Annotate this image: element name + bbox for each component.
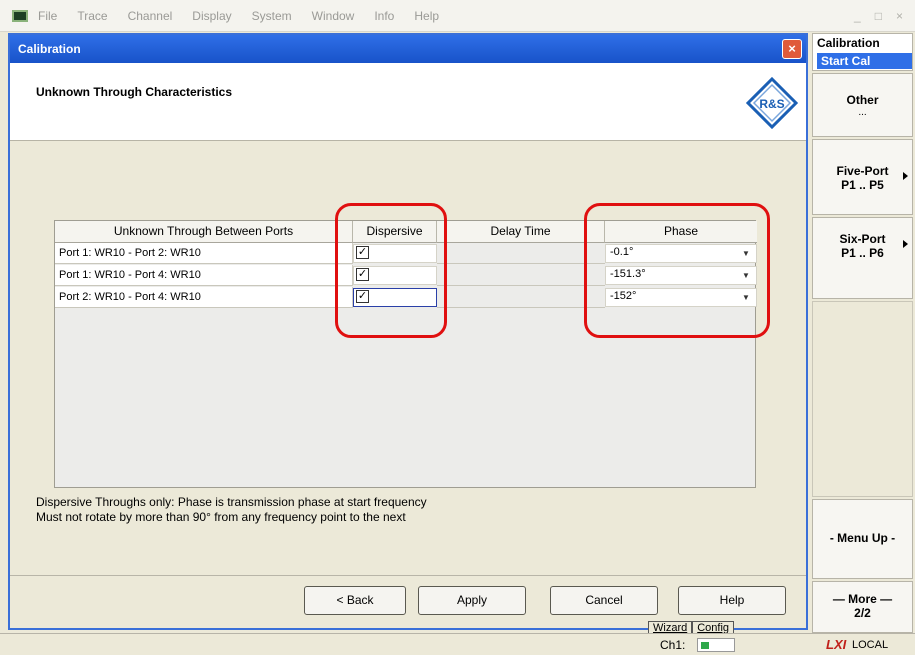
menu-trace[interactable]: Trace: [77, 9, 107, 23]
apply-button[interactable]: Apply: [418, 586, 526, 615]
delay-time-cell: [437, 287, 605, 308]
col-header-delay-time: Delay Time: [437, 221, 605, 243]
cancel-button[interactable]: Cancel: [550, 586, 658, 615]
submenu-arrow-icon: [903, 240, 908, 248]
page-title: Unknown Through Characteristics: [36, 85, 233, 99]
dispersive-highlight: [335, 203, 447, 338]
notes: Dispersive Throughs only: Phase is trans…: [36, 495, 427, 525]
softkey-six-port[interactable]: Six-Port P1 .. P6: [812, 217, 913, 299]
menu-items: File Trace Channel Display System Window…: [38, 9, 439, 23]
header-panel: Unknown Through Characteristics R&S: [10, 63, 806, 141]
close-window-icon[interactable]: ×: [896, 9, 903, 23]
softkey-other-label: Other: [846, 93, 879, 107]
softkey-five-port-sub: P1 .. P5: [841, 178, 884, 192]
logo-text: R&S: [759, 97, 784, 111]
channel-status-icon: [701, 642, 709, 649]
help-button[interactable]: Help: [678, 586, 786, 615]
ports-cell: Port 1: WR10 - Port 2: WR10: [55, 243, 353, 264]
menu-info[interactable]: Info: [374, 9, 394, 23]
menu-window[interactable]: Window: [312, 9, 355, 23]
softkey-menu-up[interactable]: - Menu Up -: [812, 499, 913, 579]
softkey-menu-title: Calibration: [817, 36, 880, 50]
menu-system[interactable]: System: [252, 9, 292, 23]
ports-cell: Port 2: WR10 - Port 4: WR10: [55, 287, 353, 308]
menu-bar: File Trace Channel Display System Window…: [0, 0, 915, 32]
softkey-other-sub: ...: [858, 107, 867, 118]
back-button[interactable]: < Back: [304, 586, 406, 615]
softkey-panel: Calibration Start Cal Other ... Five-Por…: [810, 33, 915, 633]
dialog-title: Calibration: [18, 42, 81, 56]
phase-highlight: [584, 203, 770, 338]
softkey-menu-up-label: - Menu Up -: [829, 531, 896, 545]
app-icon[interactable]: [12, 10, 28, 22]
menu-help[interactable]: Help: [414, 9, 439, 23]
softkey-title: Calibration Start Cal: [812, 33, 913, 71]
softkey-six-port-sub: P1 .. P6: [841, 246, 884, 260]
delay-time-cell: [437, 265, 605, 286]
channel-label: Ch1:: [660, 638, 686, 652]
menu-channel[interactable]: Channel: [128, 9, 173, 23]
status-bar: Ch1: LXI LOCAL: [0, 633, 915, 655]
restore-icon[interactable]: □: [875, 9, 882, 23]
softkey-five-port[interactable]: Five-Port P1 .. P5: [812, 139, 913, 215]
note-line-2: Must not rotate by more than 90° from an…: [36, 510, 406, 524]
rs-logo-icon: R&S: [746, 77, 798, 129]
window-controls: _ □ ×: [854, 9, 903, 23]
calibration-dialog: Calibration × Unknown Through Characteri…: [8, 33, 808, 630]
softkey-blank: [812, 301, 913, 497]
menu-file[interactable]: File: [38, 9, 57, 23]
note-line-1: Dispersive Throughs only: Phase is trans…: [36, 495, 427, 509]
channel-indicator: [697, 638, 735, 652]
softkey-more-label: — More —: [832, 592, 893, 606]
lxi-logo: LXI: [826, 637, 847, 652]
dialog-titlebar: Calibration ×: [10, 35, 806, 63]
close-icon[interactable]: ×: [782, 39, 802, 59]
softkey-menu-subtitle: Start Cal: [817, 53, 912, 69]
minimize-icon[interactable]: _: [854, 9, 861, 23]
softkey-more-sub: 2/2: [854, 606, 871, 620]
local-status: LOCAL: [852, 639, 889, 651]
softkey-six-port-label: Six-Port: [839, 232, 886, 246]
softkey-five-port-label: Five-Port: [836, 164, 889, 178]
softkey-more[interactable]: — More — 2/2: [812, 581, 913, 633]
submenu-arrow-icon: [903, 172, 908, 180]
col-header-ports: Unknown Through Between Ports: [55, 221, 353, 243]
ports-cell: Port 1: WR10 - Port 4: WR10: [55, 265, 353, 286]
menu-display[interactable]: Display: [192, 9, 231, 23]
softkey-other[interactable]: Other ...: [812, 73, 913, 137]
delay-time-cell: [437, 243, 605, 264]
